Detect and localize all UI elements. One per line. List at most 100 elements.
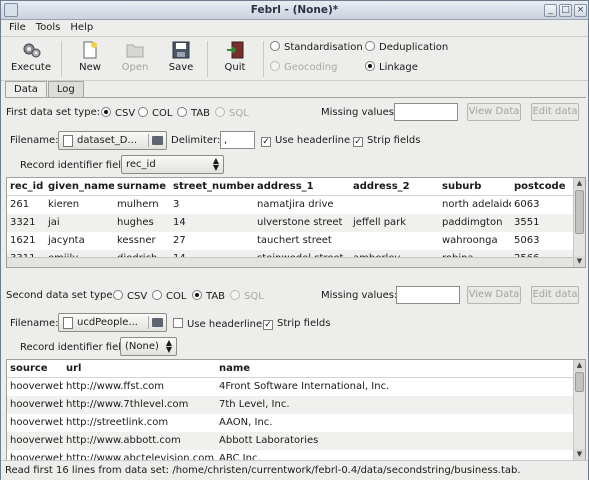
first-type-tab[interactable]: TAB [177, 107, 210, 119]
first-data-table: rec_id given_name surname street_number … [6, 177, 586, 268]
second-view-data-button[interactable]: View Data [467, 286, 521, 304]
column-header[interactable]: suburb [439, 178, 511, 195]
scroll-thumb[interactable] [575, 190, 584, 234]
folder-icon [152, 318, 163, 327]
column-header[interactable]: street_number [170, 178, 254, 195]
second-type-sql-label: SQL [244, 291, 264, 302]
first-type-label: First data set type: [6, 107, 101, 118]
second-type-tab[interactable]: TAB [192, 290, 225, 302]
status-bar: Read first 16 lines from data set: /home… [1, 460, 588, 480]
tab-data[interactable]: Data [5, 81, 47, 98]
menu-help[interactable]: Help [65, 20, 98, 36]
second-type-label: Second data set type: [6, 290, 116, 301]
radio-icon [138, 107, 148, 117]
first-missing-label: Missing values: [321, 107, 398, 118]
table-row[interactable]: 1621 jacynta kessner 27 tauchert street wahro… [7, 232, 585, 250]
table-row[interactable]: hooverweb http://www.ffst.com 4Front Softw… [7, 378, 585, 396]
second-record-id-select[interactable]: (None) ▲ ▼ [120, 337, 177, 356]
column-header[interactable]: address_2 [350, 178, 439, 195]
first-table-vscroll[interactable]: ▲ ▼ [573, 178, 585, 267]
open-folder-icon [126, 41, 144, 59]
main-window: Febrl - (None)* _ □ × File Tools Help Ex… [0, 0, 589, 480]
radio-selected-icon [101, 107, 111, 117]
menu-tools[interactable]: Tools [31, 20, 66, 36]
column-header[interactable]: postcode [511, 178, 571, 195]
second-type-col[interactable]: COL [152, 290, 186, 302]
window-title: Febrl - (None)* [250, 4, 339, 16]
table-row[interactable]: hooverweb http://www.abbott.com Abbott Lab… [7, 432, 585, 450]
open-button[interactable]: Open [114, 39, 156, 73]
column-header[interactable]: source [7, 360, 63, 377]
column-header[interactable]: url [63, 360, 216, 377]
scroll-up-icon[interactable]: ▲ [574, 178, 585, 189]
quit-button[interactable]: Quit [214, 39, 256, 73]
updown-icon: ▲ ▼ [212, 156, 219, 172]
radio-selected-icon [365, 61, 375, 71]
toolbar-separator [263, 41, 264, 77]
first-strip-fields-checkbox[interactable]: ✓ Strip fields [353, 135, 420, 147]
first-type-csv[interactable]: CSV [101, 107, 135, 119]
second-filename-label: Filename: [10, 318, 59, 329]
file-icon [63, 317, 73, 329]
second-type-csv-label: CSV [127, 291, 148, 302]
menu-file[interactable]: File [4, 20, 31, 36]
data-panel: First data set type: CSV COL TAB SQL Mis… [5, 97, 586, 461]
check-icon: ✓ [263, 320, 273, 330]
close-icon[interactable]: × [574, 4, 587, 17]
first-use-headerline-label: Use headerline [275, 135, 351, 146]
new-button[interactable]: New [69, 39, 111, 73]
radio-icon [215, 107, 225, 117]
column-header[interactable]: rec_id [7, 178, 45, 195]
first-delimiter-input[interactable]: , [220, 131, 255, 149]
second-file-chooser[interactable]: ucdPeople... [58, 313, 167, 332]
open-label: Open [121, 62, 149, 73]
mode-linkage[interactable]: Linkage [365, 61, 418, 73]
first-file-chooser[interactable]: dataset_D... [58, 131, 167, 150]
execute-label: Execute [11, 62, 51, 73]
column-header[interactable]: surname [114, 178, 170, 195]
second-table-vscroll[interactable]: ▲ ▼ [573, 360, 585, 460]
scroll-up-icon[interactable]: ▲ [574, 360, 585, 371]
first-use-headerline-checkbox[interactable]: ✓ Use headerline [261, 135, 350, 147]
second-use-headerline-checkbox[interactable]: Use headerline [173, 318, 262, 330]
scroll-down-icon[interactable]: ▼ [574, 256, 585, 267]
column-header[interactable]: name [216, 360, 516, 377]
column-header[interactable]: given_name [45, 178, 114, 195]
first-type-col[interactable]: COL [138, 107, 172, 119]
save-label: Save [168, 62, 194, 73]
column-header[interactable]: address_1 [254, 178, 350, 195]
maximize-icon[interactable]: □ [559, 4, 572, 17]
save-button[interactable]: Save [160, 39, 202, 73]
second-missing-input[interactable] [396, 286, 460, 304]
table-row[interactable]: 261 kieren mulhern 3 namatjira drive north ad… [7, 196, 585, 214]
table-row[interactable]: hooverweb http://streetlink.com AAON, Inc. [7, 414, 585, 432]
second-type-csv[interactable]: CSV [113, 290, 147, 302]
notebook-tabs: Data Log [5, 81, 85, 98]
tab-log[interactable]: Log [47, 81, 84, 98]
table-row[interactable]: hooverweb http://www.7thlevel.com 7th Leve… [7, 396, 585, 414]
first-edit-data-button[interactable]: Edit data [531, 103, 579, 121]
first-view-data-button[interactable]: View Data [467, 103, 521, 121]
scroll-thumb[interactable] [575, 372, 584, 392]
radio-icon [270, 41, 280, 51]
first-type-sql[interactable]: SQL [215, 107, 249, 119]
minimize-icon[interactable]: _ [544, 4, 557, 17]
toolbar: Execute New Open Save Quit Standardisati… [1, 37, 588, 81]
radio-icon [113, 290, 123, 300]
first-missing-input[interactable] [394, 103, 458, 121]
second-record-id-label: Record identifier field: [20, 342, 131, 353]
first-table-hscroll[interactable] [7, 257, 573, 267]
execute-button[interactable]: Execute [5, 39, 57, 73]
table-row[interactable]: 3321 jai hughes 14 ulverstone street jeffell … [7, 214, 585, 232]
check-icon: ✓ [353, 137, 363, 147]
second-strip-fields-checkbox[interactable]: ✓ Strip fields [263, 318, 330, 330]
mode-deduplication[interactable]: Deduplication [365, 41, 448, 53]
scroll-down-icon[interactable]: ▼ [574, 449, 585, 460]
first-record-id-label: Record identifier field: [20, 160, 131, 171]
mode-linkage-label: Linkage [379, 62, 418, 73]
mode-geocoding[interactable]: Geocoding [270, 61, 337, 73]
first-record-id-select[interactable]: rec_id ▲ ▼ [121, 155, 224, 174]
mode-standardisation[interactable]: Standardisation [270, 41, 363, 53]
second-type-sql[interactable]: SQL [230, 290, 264, 302]
second-edit-data-button[interactable]: Edit data [531, 286, 579, 304]
